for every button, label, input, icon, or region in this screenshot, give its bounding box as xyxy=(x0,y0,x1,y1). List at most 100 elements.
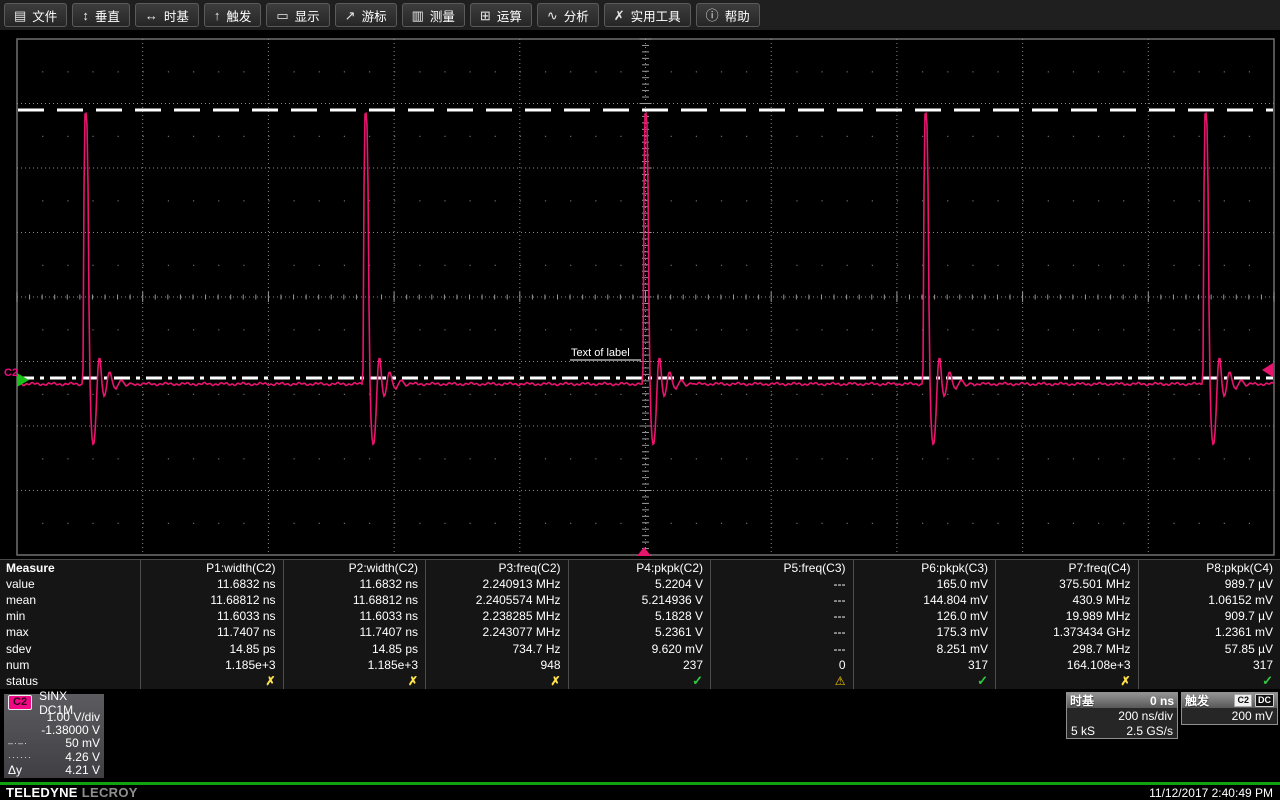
delta-y-label: Δy xyxy=(8,763,23,778)
measure-header-p7[interactable]: P7:freq(C4) xyxy=(995,560,1138,577)
measure-max-p7: 1.373434 GHz xyxy=(995,624,1138,641)
measure-sdev-p8: 57.85 µV xyxy=(1137,640,1280,657)
measure-header-p3[interactable]: P3:freq(C2) xyxy=(425,560,568,577)
measure-mean-p6: 144.804 mV xyxy=(852,592,996,609)
delta-y-value: 4.21 V xyxy=(65,763,100,778)
measure-value-p3: 2.240913 MHz xyxy=(425,576,568,593)
measure-num-p5: 0 xyxy=(710,656,853,673)
measure-row-label-num: num xyxy=(6,657,30,672)
measure-value-p4: 5.2204 V xyxy=(567,576,711,593)
timebase-descriptor[interactable]: 时基 0 ns 200 ns/div 5 kS 2.5 GS/s xyxy=(1066,692,1178,739)
measure-value-p7: 375.501 MHz xyxy=(995,576,1138,593)
measure-max-p5: --- xyxy=(710,624,853,641)
measure-max-p8: 1.2361 mV xyxy=(1137,624,1280,641)
measure-header-p8[interactable]: P8:pkpk(C4) xyxy=(1137,560,1280,577)
cursor-dashdot-value: 50 mV xyxy=(65,736,100,751)
measure-max-p6: 175.3 mV xyxy=(852,624,996,641)
measure-header-p4[interactable]: P4:pkpk(C2) xyxy=(567,560,711,577)
trigger-descriptor[interactable]: 触发 C2 DC 200 mV xyxy=(1181,692,1278,725)
measure-row-label-sdev: sdev xyxy=(6,641,32,656)
measure-num-p8: 317 xyxy=(1137,656,1280,673)
measure-mean-p7: 430.9 MHz xyxy=(995,592,1138,609)
measure-row-label-status: status xyxy=(6,673,39,688)
measure-min-p5: --- xyxy=(710,608,853,625)
check-icon: ✓ xyxy=(567,672,711,689)
measure-sdev-p2: 14.85 ps xyxy=(282,640,426,657)
measure-sdev-p6: 8.251 mV xyxy=(852,640,996,657)
trace-label-c2: C2 xyxy=(4,367,18,379)
measure-value-p5: --- xyxy=(710,576,853,593)
brand-teledyne: TELEDYNE xyxy=(6,785,78,800)
measure-num-p3: 948 xyxy=(425,656,568,673)
measure-sdev-p5: --- xyxy=(710,640,853,657)
measure-corner-label: Measure xyxy=(6,561,55,576)
measure-min-p8: 909.7 µV xyxy=(1137,608,1280,625)
dashdot-cursor-icon: –·–· xyxy=(8,738,29,749)
check-icon: ✓ xyxy=(852,672,996,689)
measure-num-p4: 237 xyxy=(567,656,711,673)
trigger-level-marker[interactable] xyxy=(1262,363,1273,377)
sample-count: 5 kS xyxy=(1071,723,1096,738)
trigger-title: 触发 xyxy=(1185,694,1210,708)
dotted-cursor-icon: ······ xyxy=(8,751,32,762)
measure-mean-p4: 5.214936 V xyxy=(567,592,711,609)
trigger-source-badge: C2 xyxy=(1234,694,1252,707)
measure-sdev-p1: 14.85 ps xyxy=(140,640,283,657)
timebase-title: 时基 xyxy=(1070,694,1095,708)
measure-row-label-value: value xyxy=(6,577,35,592)
measure-sdev-p4: 9.620 mV xyxy=(567,640,711,657)
measure-min-p3: 2.238285 MHz xyxy=(425,608,568,625)
measure-mean-p5: --- xyxy=(710,592,853,609)
trigger-level-value: 200 mV xyxy=(1231,708,1273,723)
channel-badge-c2[interactable]: C2 xyxy=(8,695,33,710)
stat-x-icon: ✗ xyxy=(995,672,1138,689)
measure-num-p7: 164.108e+3 xyxy=(995,656,1138,673)
measure-row-label-mean: mean xyxy=(6,593,37,608)
channel-descriptor-c2[interactable]: C2 SINX DC1M 1.00 V/div -1.38000 V –·–· … xyxy=(4,689,104,778)
measure-table: Measure P1:width(C2) P2:width(C2) P3:freq(C… xyxy=(0,559,1280,689)
measure-value-p6: 165.0 mV xyxy=(852,576,996,593)
measure-max-p2: 11.7407 ns xyxy=(282,624,426,641)
warning-icon: ⚠ xyxy=(710,672,853,689)
measure-value-p1: 11.6832 ns xyxy=(140,576,283,593)
measure-header-p2[interactable]: P2:width(C2) xyxy=(282,560,426,577)
measure-row-label-max: max xyxy=(6,625,29,640)
measure-min-p4: 5.1828 V xyxy=(567,608,711,625)
measure-mean-p1: 11.68812 ns xyxy=(140,592,283,609)
measure-value-p2: 11.6832 ns xyxy=(282,576,426,593)
measure-sdev-p7: 298.7 MHz xyxy=(995,640,1138,657)
stat-x-icon: ✗ xyxy=(282,672,426,689)
measure-max-p3: 2.243077 MHz xyxy=(425,624,568,641)
check-icon: ✓ xyxy=(1137,672,1280,689)
measure-min-p1: 11.6033 ns xyxy=(140,608,283,625)
measure-num-p6: 317 xyxy=(852,656,996,673)
measure-value-p8: 989.7 µV xyxy=(1137,576,1280,593)
measure-max-p1: 11.7407 ns xyxy=(140,624,283,641)
measure-row-label-min: min xyxy=(6,609,26,624)
measure-mean-p2: 11.68812 ns xyxy=(282,592,426,609)
waveform-annotation[interactable]: Text of label xyxy=(571,347,630,359)
timebase-scale: 200 ns/div xyxy=(1118,708,1173,723)
measure-min-p6: 126.0 mV xyxy=(852,608,996,625)
measure-header-p1[interactable]: P1:width(C2) xyxy=(140,560,283,577)
measure-header-p5[interactable]: P5:freq(C3) xyxy=(710,560,853,577)
waveform-display[interactable]: C2 Text of label xyxy=(0,0,1280,560)
brand-logo: TELEDYNE LECROY xyxy=(6,785,138,800)
measure-min-p2: 11.6033 ns xyxy=(282,608,426,625)
brand-lecroy: LECROY xyxy=(81,785,138,800)
cursor-dotted-value: 4.26 V xyxy=(65,749,100,764)
datetime-display: 11/12/2017 2:40:49 PM xyxy=(1149,786,1273,800)
footer-bar: TELEDYNE LECROY 11/12/2017 2:40:49 PM xyxy=(0,785,1280,800)
measure-mean-p3: 2.2405574 MHz xyxy=(425,592,568,609)
measure-min-p7: 19.989 MHz xyxy=(995,608,1138,625)
sample-rate: 2.5 GS/s xyxy=(1126,723,1173,738)
stat-x-icon: ✗ xyxy=(140,672,283,689)
measure-sdev-p3: 734.7 Hz xyxy=(425,640,568,657)
channel-offset: -1.38000 V xyxy=(41,723,100,738)
stat-x-icon: ✗ xyxy=(425,672,568,689)
measure-num-p2: 1.185e+3 xyxy=(282,656,426,673)
measure-header-p6[interactable]: P6:pkpk(C3) xyxy=(852,560,996,577)
measure-num-p1: 1.185e+3 xyxy=(140,656,283,673)
volts-per-div: 1.00 V/div xyxy=(46,709,100,724)
timebase-delay: 0 ns xyxy=(1149,693,1174,708)
